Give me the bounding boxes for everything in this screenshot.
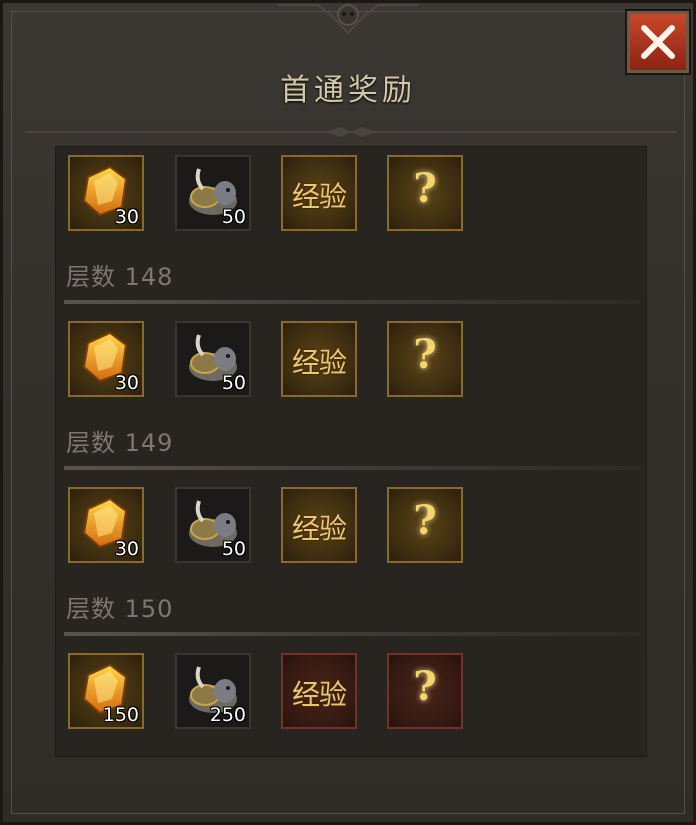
experience-icon: 经验 [291,678,347,711]
reward-slot-mystery-question[interactable]: ? [387,653,463,729]
item-quantity: 50 [221,206,246,228]
reward-slot-experience[interactable]: 经验 [281,653,357,729]
experience-icon: 经验 [291,346,347,379]
reward-slot-mystery-question[interactable]: ? [387,321,463,397]
item-quantity: 50 [221,538,246,560]
mystery-question-icon: ? [413,663,437,710]
reward-slot-rhino-mount[interactable]: 50 [175,321,251,397]
item-quantity: 30 [114,372,139,394]
mystery-question-icon: ? [413,497,437,544]
floor-label: 层数 148 [66,263,174,291]
reward-slot-rhino-mount[interactable]: 50 [175,487,251,563]
reward-slot-rhino-mount[interactable]: 50 [175,155,251,231]
item-quantity: 150 [102,704,139,726]
row-divider [64,300,640,304]
reward-slot-rhino-mount[interactable]: 250 [175,653,251,729]
floor-label: 层数 150 [66,595,174,623]
reward-slot-experience[interactable]: 经验 [281,321,357,397]
experience-icon: 经验 [291,512,347,545]
reward-slot-experience[interactable]: 经验 [281,155,357,231]
mystery-question-icon: ? [413,331,437,378]
title-divider [25,127,677,137]
reward-slot-amber-gem[interactable]: 30 [68,321,144,397]
row-divider [64,466,640,470]
item-quantity: 30 [114,206,139,228]
reward-slot-mystery-question[interactable]: ? [387,487,463,563]
reward-slot-experience[interactable]: 经验 [281,487,357,563]
mystery-question-icon: ? [413,165,437,212]
item-quantity: 50 [221,372,246,394]
reward-slot-amber-gem[interactable]: 30 [68,487,144,563]
experience-icon: 经验 [291,180,347,213]
close-icon [641,25,675,59]
reward-list[interactable]: 30 50 经验? 层数 148 30 50 经验? 层数 149 30 50 经验? 层数 150 1… [55,146,647,757]
reward-slot-mystery-question[interactable]: ? [387,155,463,231]
reward-slot-amber-gem[interactable]: 30 [68,155,144,231]
first-clear-reward-dialog: 首通奖励 30 50 经验? 层数 148 30 50 经验? 层数 149 30 50 经验? 层数… [0,0,696,825]
dialog-title: 首通奖励 [280,73,416,108]
item-quantity: 30 [114,538,139,560]
floor-label: 层数 149 [66,429,174,457]
close-button[interactable] [627,11,689,73]
top-ornament-icon [278,4,418,35]
item-quantity: 250 [209,704,246,726]
reward-slot-amber-gem[interactable]: 150 [68,653,144,729]
row-divider [64,632,640,636]
